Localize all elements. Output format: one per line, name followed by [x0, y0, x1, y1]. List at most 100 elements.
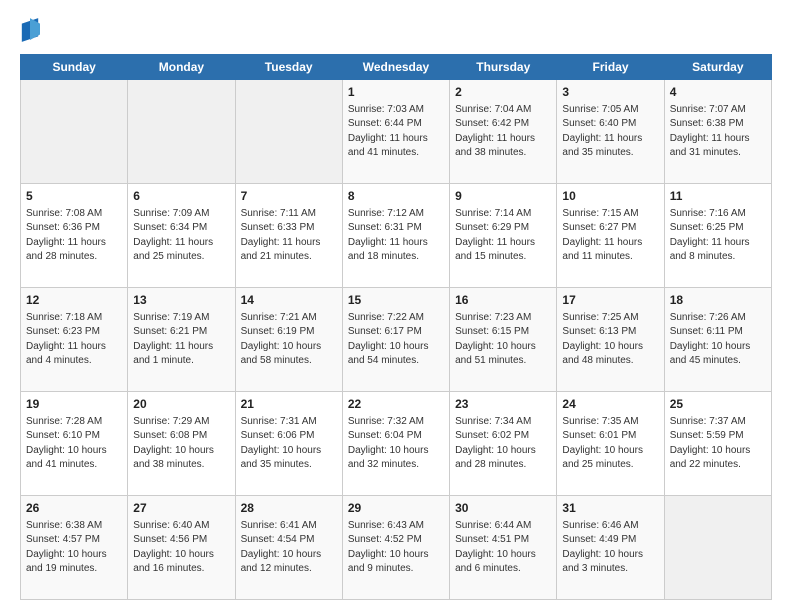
day-cell-19: 19 Sunrise: 7:28 AMSunset: 6:10 PMDayligh…: [21, 392, 128, 496]
day-number: 6: [133, 188, 229, 205]
day-cell-9: 9Sunrise: 7:14 AMSunset: 6:29 PMDaylight…: [450, 184, 557, 288]
day-number: 1: [348, 84, 444, 101]
day-info: Sunrise: 7:11 AMSunset: 6:33 PMDaylight:…: [241, 207, 337, 265]
day-info: Sunrise: 7:19 AMSunset: 6:21 PMDaylight:…: [133, 311, 229, 369]
empty-cell: [664, 496, 771, 600]
day-number: 22: [348, 396, 444, 413]
calendar-page: SundayMondayTuesdayWednesdayThursdayFrid…: [0, 0, 792, 612]
day-number: 21: [241, 396, 337, 413]
header-cell-monday: Monday: [128, 55, 235, 80]
day-info: Sunrise: 7:03 AMSunset: 6:44 PMDaylight:…: [348, 103, 444, 161]
day-cell-12: 12Sunrise: 7:18 AMSunset: 6:23 PMDayligh…: [21, 288, 128, 392]
day-cell-20: 20 Sunrise: 7:29 AMSunset: 6:08 PMDayligh…: [128, 392, 235, 496]
day-cell-22: 22 Sunrise: 7:32 AMSunset: 6:04 PMDayligh…: [342, 392, 449, 496]
day-cell-8: 8Sunrise: 7:12 AMSunset: 6:31 PMDaylight…: [342, 184, 449, 288]
day-number: 7: [241, 188, 337, 205]
day-number: 14: [241, 292, 337, 309]
day-info: Sunrise: 7:32 AMSunset: 6:04 PMDaylight:…: [348, 415, 444, 473]
week-row-4: 26Sunrise: 6:38 AMSunset: 4:57 PMDayligh…: [21, 496, 772, 600]
day-cell-18: 18Sunrise: 7:26 AMSunset: 6:11 PMDayligh…: [664, 288, 771, 392]
day-number: 11: [670, 188, 766, 205]
day-info: Sunrise: 6:43 AMSunset: 4:52 PMDaylight:…: [348, 519, 444, 577]
day-cell-30: 30Sunrise: 6:44 AMSunset: 4:51 PMDayligh…: [450, 496, 557, 600]
day-info: Sunrise: 6:44 AMSunset: 4:51 PMDaylight:…: [455, 519, 551, 577]
day-info: Sunrise: 7:25 AMSunset: 6:13 PMDaylight:…: [562, 311, 658, 369]
day-cell-29: 29 Sunrise: 6:43 AMSunset: 4:52 PMDayligh…: [342, 496, 449, 600]
day-info: Sunrise: 6:40 AMSunset: 4:56 PMDaylight:…: [133, 519, 229, 577]
calendar-header: SundayMondayTuesdayWednesdayThursdayFrid…: [21, 55, 772, 80]
week-row-0: 1 Sunrise: 7:03 AMSunset: 6:44 PMDaylight…: [21, 80, 772, 184]
day-info: Sunrise: 7:28 AMSunset: 6:10 PMDaylight:…: [26, 415, 122, 473]
empty-cell: [21, 80, 128, 184]
day-cell-2: 2 Sunrise: 7:04 AMSunset: 6:42 PMDaylight…: [450, 80, 557, 184]
day-info: Sunrise: 7:18 AMSunset: 6:23 PMDaylight:…: [26, 311, 122, 369]
day-number: 10: [562, 188, 658, 205]
day-cell-15: 15 Sunrise: 7:22 AMSunset: 6:17 PMDayligh…: [342, 288, 449, 392]
day-cell-4: 4 Sunrise: 7:07 AMSunset: 6:38 PMDaylight…: [664, 80, 771, 184]
day-cell-16: 16 Sunrise: 7:23 AMSunset: 6:15 PMDayligh…: [450, 288, 557, 392]
header-cell-saturday: Saturday: [664, 55, 771, 80]
day-number: 29: [348, 500, 444, 517]
empty-cell: [128, 80, 235, 184]
day-info: Sunrise: 7:08 AMSunset: 6:36 PMDaylight:…: [26, 207, 122, 265]
day-info: Sunrise: 7:16 AMSunset: 6:25 PMDaylight:…: [670, 207, 766, 265]
empty-cell: [235, 80, 342, 184]
day-cell-6: 6Sunrise: 7:09 AMSunset: 6:34 PMDaylight…: [128, 184, 235, 288]
day-cell-14: 14 Sunrise: 7:21 AMSunset: 6:19 PMDayligh…: [235, 288, 342, 392]
day-info: Sunrise: 7:31 AMSunset: 6:06 PMDaylight:…: [241, 415, 337, 473]
day-number: 4: [670, 84, 766, 101]
day-number: 27: [133, 500, 229, 517]
day-info: Sunrise: 7:35 AMSunset: 6:01 PMDaylight:…: [562, 415, 658, 473]
day-number: 24: [562, 396, 658, 413]
day-info: Sunrise: 7:04 AMSunset: 6:42 PMDaylight:…: [455, 103, 551, 161]
day-info: Sunrise: 7:12 AMSunset: 6:31 PMDaylight:…: [348, 207, 444, 265]
header-cell-wednesday: Wednesday: [342, 55, 449, 80]
day-cell-11: 11 Sunrise: 7:16 AMSunset: 6:25 PMDayligh…: [664, 184, 771, 288]
day-info: Sunrise: 7:34 AMSunset: 6:02 PMDaylight:…: [455, 415, 551, 473]
day-info: Sunrise: 7:07 AMSunset: 6:38 PMDaylight:…: [670, 103, 766, 161]
day-cell-24: 24 Sunrise: 7:35 AMSunset: 6:01 PMDayligh…: [557, 392, 664, 496]
day-info: Sunrise: 7:37 AMSunset: 5:59 PMDaylight:…: [670, 415, 766, 473]
day-info: Sunrise: 7:21 AMSunset: 6:19 PMDaylight:…: [241, 311, 337, 369]
week-row-3: 19 Sunrise: 7:28 AMSunset: 6:10 PMDayligh…: [21, 392, 772, 496]
day-cell-17: 17 Sunrise: 7:25 AMSunset: 6:13 PMDayligh…: [557, 288, 664, 392]
header-cell-tuesday: Tuesday: [235, 55, 342, 80]
day-info: Sunrise: 7:29 AMSunset: 6:08 PMDaylight:…: [133, 415, 229, 473]
day-cell-13: 13 Sunrise: 7:19 AMSunset: 6:21 PMDayligh…: [128, 288, 235, 392]
calendar-table: SundayMondayTuesdayWednesdayThursdayFrid…: [20, 54, 772, 600]
day-number: 25: [670, 396, 766, 413]
day-info: Sunrise: 7:15 AMSunset: 6:27 PMDaylight:…: [562, 207, 658, 265]
day-number: 15: [348, 292, 444, 309]
day-number: 13: [133, 292, 229, 309]
day-number: 17: [562, 292, 658, 309]
day-info: Sunrise: 7:23 AMSunset: 6:15 PMDaylight:…: [455, 311, 551, 369]
header-cell-friday: Friday: [557, 55, 664, 80]
day-number: 31: [562, 500, 658, 517]
day-cell-21: 21 Sunrise: 7:31 AMSunset: 6:06 PMDayligh…: [235, 392, 342, 496]
day-cell-5: 5Sunrise: 7:08 AMSunset: 6:36 PMDaylight…: [21, 184, 128, 288]
day-cell-1: 1 Sunrise: 7:03 AMSunset: 6:44 PMDaylight…: [342, 80, 449, 184]
calendar-body: 1 Sunrise: 7:03 AMSunset: 6:44 PMDaylight…: [21, 80, 772, 600]
day-cell-27: 27 Sunrise: 6:40 AMSunset: 4:56 PMDayligh…: [128, 496, 235, 600]
logo-icon: [20, 16, 40, 44]
day-number: 20: [133, 396, 229, 413]
day-info: Sunrise: 6:41 AMSunset: 4:54 PMDaylight:…: [241, 519, 337, 577]
day-number: 2: [455, 84, 551, 101]
day-number: 19: [26, 396, 122, 413]
day-number: 28: [241, 500, 337, 517]
week-row-2: 12Sunrise: 7:18 AMSunset: 6:23 PMDayligh…: [21, 288, 772, 392]
header-row: SundayMondayTuesdayWednesdayThursdayFrid…: [21, 55, 772, 80]
day-cell-25: 25 Sunrise: 7:37 AMSunset: 5:59 PMDayligh…: [664, 392, 771, 496]
day-info: Sunrise: 7:22 AMSunset: 6:17 PMDaylight:…: [348, 311, 444, 369]
day-cell-31: 31Sunrise: 6:46 AMSunset: 4:49 PMDayligh…: [557, 496, 664, 600]
header-cell-thursday: Thursday: [450, 55, 557, 80]
day-cell-7: 7 Sunrise: 7:11 AMSunset: 6:33 PMDaylight…: [235, 184, 342, 288]
logo: [20, 16, 44, 44]
day-number: 18: [670, 292, 766, 309]
week-row-1: 5Sunrise: 7:08 AMSunset: 6:36 PMDaylight…: [21, 184, 772, 288]
day-cell-23: 23Sunrise: 7:34 AMSunset: 6:02 PMDayligh…: [450, 392, 557, 496]
day-cell-28: 28 Sunrise: 6:41 AMSunset: 4:54 PMDayligh…: [235, 496, 342, 600]
day-number: 16: [455, 292, 551, 309]
day-info: Sunrise: 7:14 AMSunset: 6:29 PMDaylight:…: [455, 207, 551, 265]
day-cell-3: 3Sunrise: 7:05 AMSunset: 6:40 PMDaylight…: [557, 80, 664, 184]
